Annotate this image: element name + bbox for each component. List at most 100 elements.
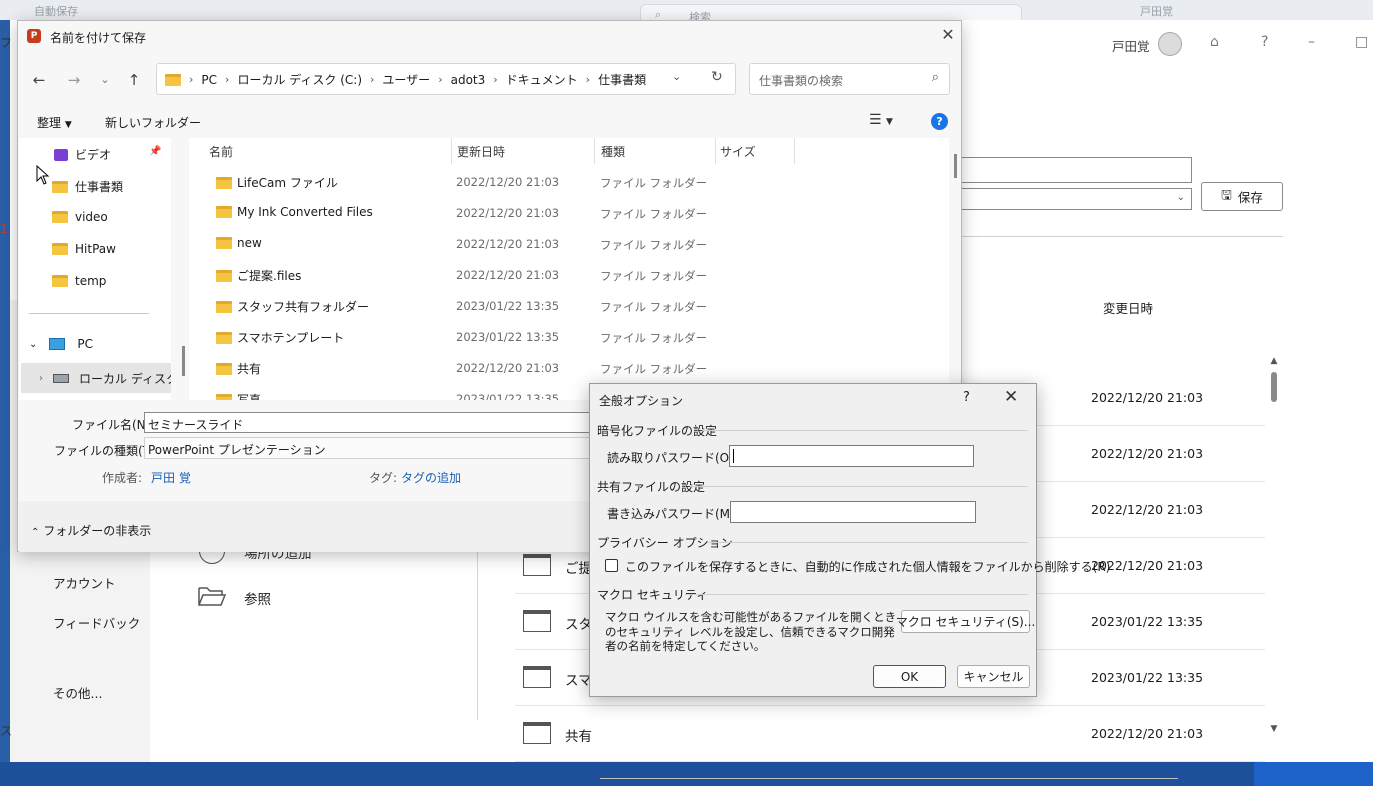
backstage-filename-input[interactable]: [960, 157, 1192, 183]
filename-input[interactable]: セミナースライド: [144, 412, 604, 433]
backstage-scrollbar[interactable]: ▲ ▼: [1268, 356, 1280, 736]
breadcrumb-item[interactable]: ドキュメント: [506, 71, 578, 88]
nav-item-hitpaw[interactable]: HitPaw: [52, 242, 116, 256]
nav-item-video[interactable]: video: [52, 210, 108, 224]
backstage-save-button[interactable]: 🖫 保存: [1201, 182, 1283, 211]
back-arrow-icon[interactable]: ←: [28, 70, 50, 90]
column-header-size[interactable]: サイズ: [720, 143, 756, 160]
filetype-select[interactable]: PowerPoint プレゼンテーション: [144, 437, 604, 459]
up-arrow-icon[interactable]: ↑: [123, 70, 145, 90]
minimize-icon[interactable]: –: [1308, 34, 1315, 50]
table-row[interactable]: スマホテンプレート 2023/01/22 13:35 ファイル フォルダー: [189, 322, 949, 353]
divider: [29, 313, 149, 314]
chevron-down-icon[interactable]: ⌄: [29, 339, 37, 350]
column-header-modified[interactable]: 変更日時: [1103, 298, 1153, 317]
address-bar[interactable]: › PC › ローカル ディスク (C:) › ユーザー › adot3 › ド…: [156, 63, 736, 95]
table-row[interactable]: LifeCam ファイル 2022/12/20 21:03 ファイル フォルダー: [189, 167, 949, 198]
hide-folders-button[interactable]: ⌃ フォルダーの非表示: [31, 522, 151, 539]
chevron-right-icon: ›: [370, 73, 375, 86]
folder-icon: [216, 300, 232, 313]
titlebar-user: 戸田覚: [1140, 5, 1173, 18]
nav-more[interactable]: その他...: [53, 683, 102, 702]
table-row[interactable]: 共有 2022/12/20 21:03 ファイル フォルダー: [189, 353, 949, 384]
backstage-filetype-select[interactable]: ⌄: [960, 188, 1192, 210]
macro-security-button[interactable]: マクロ セキュリティ(S)...: [896, 610, 1035, 633]
column-divider[interactable]: [715, 138, 716, 164]
scroll-thumb[interactable]: [182, 346, 185, 376]
group-sharing: 共有ファイルの設定: [597, 480, 706, 494]
breadcrumb-item[interactable]: 仕事書類: [598, 71, 646, 88]
browse-label[interactable]: 参照: [244, 588, 271, 608]
scroll-thumb[interactable]: [1271, 372, 1277, 402]
folder-icon: [523, 610, 551, 632]
add-tag-link[interactable]: タグの追加: [401, 469, 461, 486]
scroll-thumb[interactable]: [954, 154, 957, 178]
column-header-name[interactable]: 名前: [209, 143, 233, 160]
macro-description: マクロ ウイルスを含む可能性があるファイルを開くときのセキュリティ レベルを設定…: [605, 610, 897, 653]
nav-item-video-library[interactable]: ビデオ 📌: [54, 146, 161, 163]
column-divider[interactable]: [594, 138, 595, 164]
cancel-button[interactable]: キャンセル: [957, 665, 1030, 688]
chevron-right-icon[interactable]: ›: [39, 373, 43, 384]
maximize-icon[interactable]: □: [1355, 34, 1368, 50]
breadcrumb-item[interactable]: ユーザー: [382, 71, 430, 88]
avatar[interactable]: [1158, 32, 1182, 56]
table-row[interactable]: ご提案.files 2022/12/20 21:03 ファイル フォルダー: [189, 260, 949, 291]
new-folder-button[interactable]: 新しいフォルダー: [105, 114, 201, 131]
file-list-scrollbar[interactable]: [951, 138, 963, 400]
organize-button[interactable]: 整理 ▼: [37, 114, 72, 131]
chevron-down-icon[interactable]: ⌄: [672, 70, 681, 83]
breadcrumb-item[interactable]: PC: [201, 73, 217, 87]
folder-icon: [216, 393, 232, 400]
column-header-type[interactable]: 種類: [601, 143, 625, 160]
nav-item-temp[interactable]: temp: [52, 274, 106, 288]
refresh-icon[interactable]: ↻: [711, 69, 723, 85]
folder-search-input[interactable]: 仕事書類の検索 ⌕: [749, 63, 950, 95]
table-row[interactable]: スタッフ共有フォルダー 2023/01/22 13:35 ファイル フォルダー: [189, 291, 949, 322]
nav-item-work-docs[interactable]: 仕事書類: [52, 178, 123, 195]
pin-icon[interactable]: 📌: [149, 146, 161, 157]
view-options-icon[interactable]: ☰ ▼: [869, 112, 893, 128]
recent-chevron-icon[interactable]: ⌄: [94, 70, 116, 90]
search-icon: ⌕: [931, 70, 939, 85]
author-value[interactable]: 戸田 覚: [151, 469, 191, 486]
autosave-label: 自動保存: [34, 5, 78, 18]
close-icon[interactable]: ✕: [938, 25, 958, 45]
help-icon[interactable]: ?: [1261, 34, 1268, 50]
comments-icon[interactable]: ⌂: [1210, 34, 1219, 50]
privacy-checkbox-label[interactable]: このファイルを保存するときに、自動的に作成された個人情報をファイルから削除する(…: [625, 558, 1110, 575]
scroll-up-icon[interactable]: ▲: [1268, 356, 1280, 366]
help-icon[interactable]: ?: [963, 390, 970, 405]
table-row[interactable]: new 2022/12/20 21:03 ファイル フォルダー: [189, 229, 949, 260]
folder-icon: [216, 176, 232, 189]
column-divider[interactable]: [451, 138, 452, 164]
nav-scrollbar[interactable]: [181, 138, 187, 400]
folder-icon: [523, 722, 551, 744]
read-password-input[interactable]: [729, 445, 974, 467]
video-icon: [54, 148, 68, 161]
folder-icon: [165, 73, 181, 86]
scroll-down-icon[interactable]: ▼: [1268, 724, 1280, 734]
general-options-dialog: 全般オプション ? ✕ 暗号化ファイルの設定 読み取りパスワード(O): 共有フ…: [589, 383, 1110, 697]
breadcrumb-item[interactable]: adot3: [451, 73, 486, 87]
column-divider[interactable]: [794, 138, 795, 164]
nav-account[interactable]: アカウント: [53, 573, 116, 592]
nav-item-pc[interactable]: ⌄ PC: [29, 337, 93, 351]
account-name[interactable]: 戸田覚: [1112, 36, 1150, 55]
help-icon[interactable]: ?: [931, 113, 948, 130]
file-list: ⌃ 名前 更新日時 種類 サイズ LifeCam ファイル 2022/12/20 …: [189, 138, 949, 400]
nav-feedback[interactable]: フィードバック: [53, 613, 140, 632]
ok-button[interactable]: OK: [873, 665, 946, 688]
privacy-checkbox[interactable]: [605, 559, 618, 572]
dialog-title: 名前を付けて保存: [50, 31, 147, 45]
forward-arrow-icon[interactable]: →: [63, 70, 85, 90]
table-row[interactable]: My Ink Converted Files 2022/12/20 21:03 ファ…: [189, 198, 949, 229]
nav-item-local-disk[interactable]: › ローカル ディスク: [39, 370, 171, 387]
folder-icon: [52, 211, 68, 223]
list-item[interactable]: 共有 2022/12/20 21:03: [515, 706, 1265, 762]
close-icon[interactable]: ✕: [1004, 387, 1018, 407]
chevron-right-icon: ›: [189, 73, 194, 86]
write-password-input[interactable]: [730, 501, 976, 523]
breadcrumb-item[interactable]: ローカル ディスク (C:): [237, 71, 362, 88]
column-header-modified[interactable]: 更新日時: [457, 143, 505, 160]
